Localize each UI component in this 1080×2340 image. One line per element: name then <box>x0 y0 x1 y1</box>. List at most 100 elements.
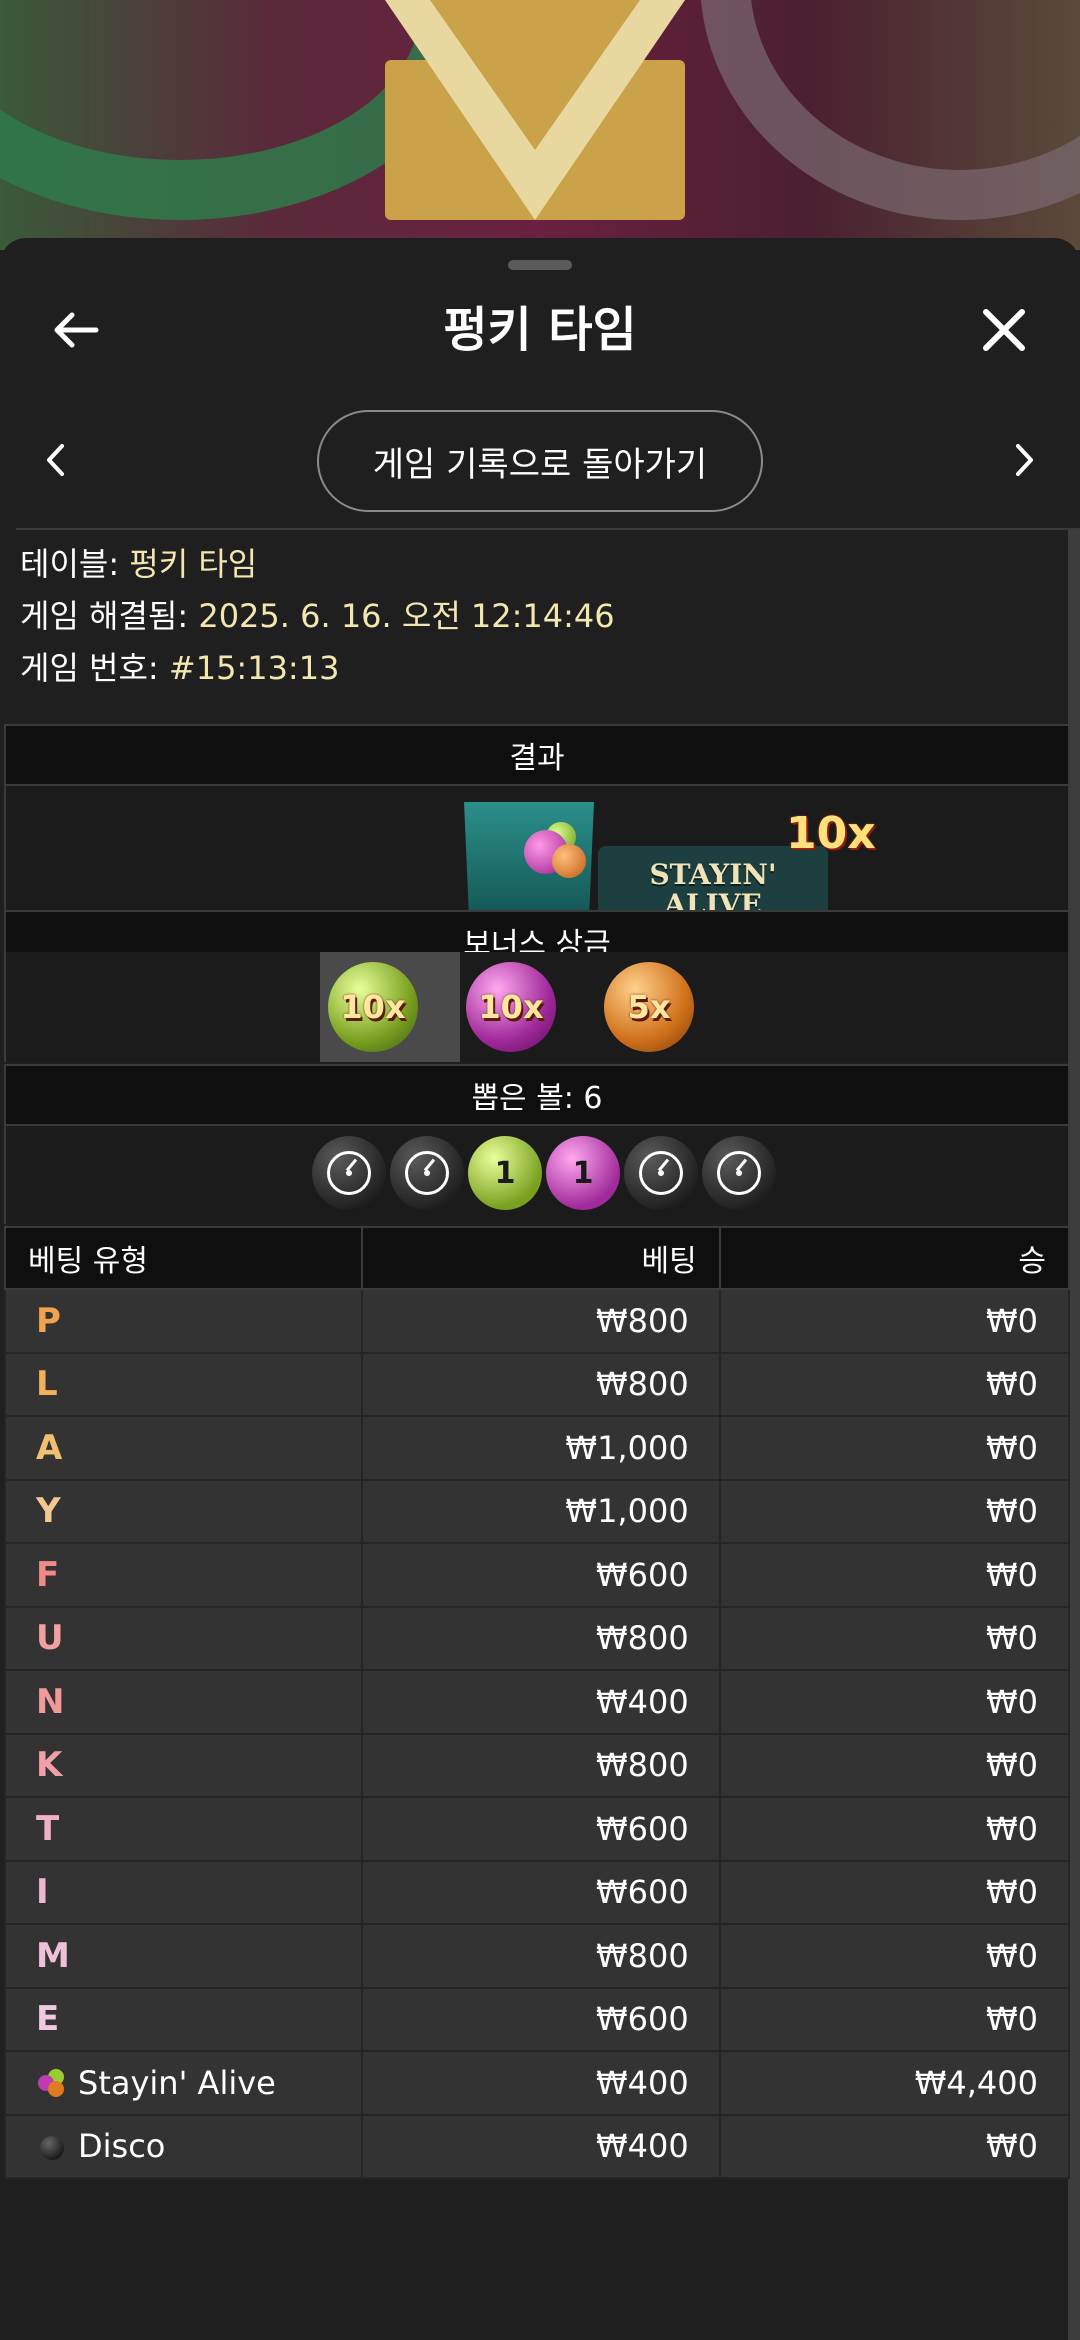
bets-table-body: P ₩800 ₩0 L ₩800 ₩0 A ₩1,000 ₩0 Y ₩1,000 ₩0 F ₩600 ₩0 U… <box>3 1288 1071 2179</box>
bet-type-cell: Disco <box>3 2113 364 2179</box>
column-header-bet: 베팅 <box>361 1226 721 1290</box>
chevron-left-icon <box>47 444 64 476</box>
bet-amount-cell: ₩400 <box>361 1669 721 1735</box>
win-amount-cell: ₩0 <box>718 1351 1071 1417</box>
bet-letter-icon: E <box>36 1999 60 2040</box>
table-row: N ₩400 ₩0 <box>3 1669 1071 1735</box>
bet-amount-cell: ₩800 <box>361 1923 721 1989</box>
table-row: Stayin' Alive ₩400 ₩4,400 <box>3 2050 1071 2116</box>
bet-type-cell: M <box>3 1923 364 1989</box>
game-info: 테이블: 펑키 타임 게임 해결됨: 2025. 6. 16. 오전 12:14… <box>20 538 1020 694</box>
bet-letter-icon: L <box>36 1364 58 1405</box>
info-game-number: 게임 번호: #15:13:13 <box>20 649 340 687</box>
chevron-right-icon <box>1016 444 1033 476</box>
table-row: P ₩800 ₩0 <box>3 1288 1071 1354</box>
bet-amount-cell: ₩600 <box>361 1796 721 1862</box>
table-row: L ₩800 ₩0 <box>3 1351 1071 1417</box>
bet-type-cell: P <box>3 1288 364 1354</box>
bet-amount-cell: ₩400 <box>361 2113 721 2179</box>
bonus-body: 10x 10x 5x <box>4 952 1070 1062</box>
win-amount-cell: ₩0 <box>718 1605 1071 1671</box>
disco-ball-icon <box>312 1136 386 1210</box>
bet-letter-icon: P <box>36 1300 61 1341</box>
bet-letter-icon: M <box>36 1935 70 1976</box>
bet-letter-icon: U <box>36 1618 64 1659</box>
bet-type-cell: N <box>3 1669 364 1735</box>
history-sheet: 펑키 타임 게임 기록으로 돌아가기 테이블: 펑키 타임 게임 해결됨: 20… <box>0 238 1080 2340</box>
win-amount-cell: ₩4,400 <box>718 2050 1071 2116</box>
win-amount-cell: ₩0 <box>718 1859 1071 1925</box>
game-backdrop <box>0 0 1080 250</box>
bet-letter-icon: F <box>36 1554 60 1595</box>
drawn-balls-body: 1 1 <box>4 1126 1070 1224</box>
bet-letter-icon: T <box>36 1808 60 1849</box>
back-to-history-button[interactable]: 게임 기록으로 돌아가기 <box>317 410 763 512</box>
previous-game-button[interactable] <box>30 430 80 490</box>
bet-type-cell: T <box>3 1796 364 1862</box>
result-header: 결과 <box>4 724 1070 786</box>
info-resolved: 게임 해결됨: 2025. 6. 16. 오전 12:14:46 <box>20 597 615 635</box>
bet-amount-cell: ₩800 <box>361 1288 721 1354</box>
bet-amount-cell: ₩600 <box>361 1859 721 1925</box>
table-row: E ₩600 ₩0 <box>3 1986 1071 2052</box>
table-row: Y ₩1,000 ₩0 <box>3 1478 1071 1544</box>
bet-type-cell: F <box>3 1542 364 1608</box>
bet-type-cell: E <box>3 1986 364 2052</box>
bet-amount-cell: ₩400 <box>361 2050 721 2116</box>
drawn-balls-header: 뽑은 볼: 6 <box>4 1064 1070 1126</box>
next-game-button[interactable] <box>1000 430 1050 490</box>
win-amount-cell: ₩0 <box>718 1986 1071 2052</box>
divider <box>16 528 1080 530</box>
table-row: K ₩800 ₩0 <box>3 1732 1071 1798</box>
column-header-win: 승 <box>718 1226 1071 1290</box>
bet-letter-icon: A <box>36 1427 63 1468</box>
bet-amount-cell: ₩1,000 <box>361 1478 721 1544</box>
result-body: STAYIN' ALIVE 10x <box>4 786 1070 982</box>
disco-ball-icon <box>624 1136 698 1210</box>
close-icon <box>983 309 1025 351</box>
bet-type-cell: A <box>3 1415 364 1481</box>
orange-ball-icon <box>552 844 586 878</box>
bet-letter-icon: Y <box>36 1491 61 1532</box>
bonus-ball-orange: 5x <box>604 962 694 1052</box>
game-nav-row: 게임 기록으로 돌아가기 <box>0 408 1080 518</box>
bet-type-cell: U <box>3 1605 364 1671</box>
bet-amount-cell: ₩800 <box>361 1605 721 1671</box>
column-header-bet-type: 베팅 유형 <box>3 1226 364 1290</box>
close-button[interactable] <box>972 298 1036 362</box>
table-row: A ₩1,000 ₩0 <box>3 1415 1071 1481</box>
bet-amount-cell: ₩600 <box>361 1542 721 1608</box>
bet-amount-cell: ₩600 <box>361 1986 721 2052</box>
bet-amount-cell: ₩800 <box>361 1351 721 1417</box>
page-title: 펑키 타임 <box>443 302 637 358</box>
win-amount-cell: ₩0 <box>718 1796 1071 1862</box>
green-number-ball: 1 <box>468 1136 542 1210</box>
sheet-grabber[interactable] <box>508 260 572 270</box>
disco-ball-icon <box>390 1136 464 1210</box>
table-row: M ₩800 ₩0 <box>3 1923 1071 1989</box>
table-row: Disco ₩400 ₩0 <box>3 2113 1071 2179</box>
bet-type-label: Stayin' Alive <box>78 2063 276 2102</box>
bet-type-cell: K <box>3 1732 364 1798</box>
table-row: I ₩600 ₩0 <box>3 1859 1071 1925</box>
bet-type-cell: Y <box>3 1478 364 1544</box>
table-row: F ₩600 ₩0 <box>3 1542 1071 1608</box>
win-amount-cell: ₩0 <box>718 1478 1071 1544</box>
disco-ball-icon <box>36 2130 68 2162</box>
bonus-ball-purple: 10x <box>466 962 556 1052</box>
bet-type-label: Disco <box>78 2127 166 2166</box>
bet-type-cell: L <box>3 1351 364 1417</box>
win-amount-cell: ₩0 <box>718 1415 1071 1481</box>
win-amount-cell: ₩0 <box>718 1542 1071 1608</box>
bet-amount-cell: ₩800 <box>361 1732 721 1798</box>
bonus-ball-green: 10x <box>328 962 418 1052</box>
win-amount-cell: ₩0 <box>718 1669 1071 1735</box>
table-row: U ₩800 ₩0 <box>3 1605 1071 1671</box>
top-bar: 펑키 타임 <box>0 278 1080 388</box>
win-amount-cell: ₩0 <box>718 1923 1071 1989</box>
info-table: 테이블: 펑키 타임 <box>20 545 258 583</box>
bet-letter-icon: K <box>36 1745 63 1786</box>
result-multiplier: 10x <box>786 808 876 859</box>
bet-type-cell: I <box>3 1859 364 1925</box>
stayin-alive-balls-icon <box>36 2067 68 2099</box>
